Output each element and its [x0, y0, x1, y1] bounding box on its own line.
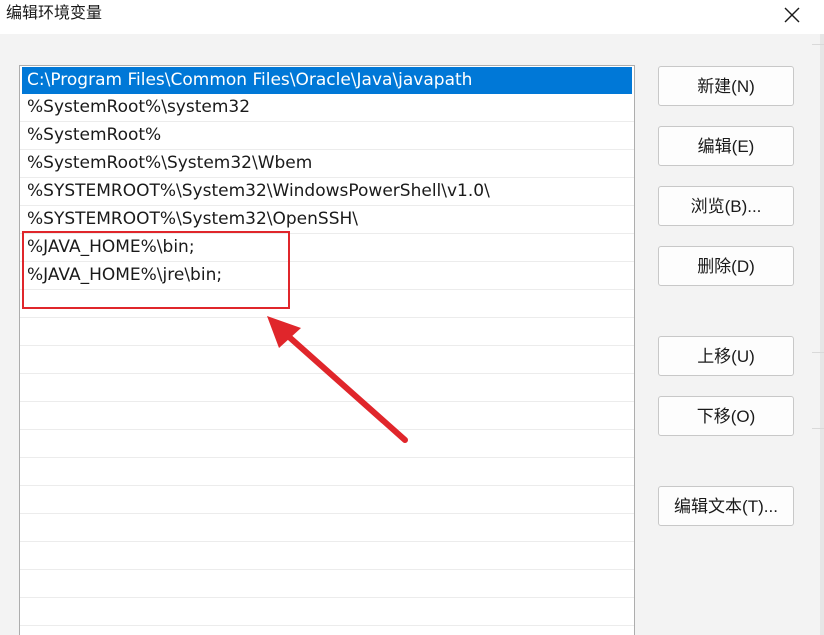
divider	[812, 352, 824, 353]
empty-list-row[interactable]	[20, 346, 634, 374]
window-title: 编辑环境变量	[6, 3, 103, 22]
divider	[812, 428, 824, 429]
move-up-button[interactable]: 上移(U)	[658, 336, 794, 376]
divider	[812, 44, 824, 45]
empty-list-row[interactable]	[20, 290, 634, 318]
delete-button[interactable]: 删除(D)	[658, 246, 794, 286]
list-item[interactable]: C:\Program Files\Common Files\Oracle\Jav…	[22, 67, 632, 94]
list-item[interactable]: %SystemRoot%\system32	[20, 94, 634, 122]
empty-list-row[interactable]	[20, 542, 634, 570]
title-bar: 编辑环境变量	[0, 0, 824, 34]
path-list[interactable]: C:\Program Files\Common Files\Oracle\Jav…	[19, 65, 635, 635]
empty-list-row[interactable]	[20, 430, 634, 458]
list-item[interactable]: %JAVA_HOME%\bin;	[20, 234, 634, 262]
list-item[interactable]: %SystemRoot%	[20, 122, 634, 150]
empty-list-row[interactable]	[20, 402, 634, 430]
list-item[interactable]: %JAVA_HOME%\jre\bin;	[20, 262, 634, 290]
close-icon	[784, 7, 800, 23]
close-button[interactable]	[770, 0, 816, 30]
empty-list-row[interactable]	[20, 374, 634, 402]
new-button[interactable]: 新建(N)	[658, 66, 794, 106]
move-down-button[interactable]: 下移(O)	[658, 396, 794, 436]
browse-button[interactable]: 浏览(B)...	[658, 186, 794, 226]
window-edge	[820, 34, 824, 635]
empty-list-row[interactable]	[20, 318, 634, 346]
edit-environment-variable-dialog: 编辑环境变量 C:\Program Files\Common Files\Ora…	[0, 0, 824, 635]
edit-button[interactable]: 编辑(E)	[658, 126, 794, 166]
empty-list-row[interactable]	[20, 570, 634, 598]
list-item[interactable]: %SYSTEMROOT%\System32\WindowsPowerShell\…	[20, 178, 634, 206]
empty-list-row[interactable]	[20, 598, 634, 626]
edit-text-button[interactable]: 编辑文本(T)...	[658, 486, 794, 526]
list-item[interactable]: %SystemRoot%\System32\Wbem	[20, 150, 634, 178]
empty-list-row[interactable]	[20, 458, 634, 486]
list-item[interactable]: %SYSTEMROOT%\System32\OpenSSH\	[20, 206, 634, 234]
empty-list-row[interactable]	[20, 514, 634, 542]
empty-list-row[interactable]	[20, 626, 634, 635]
empty-list-row[interactable]	[20, 486, 634, 514]
